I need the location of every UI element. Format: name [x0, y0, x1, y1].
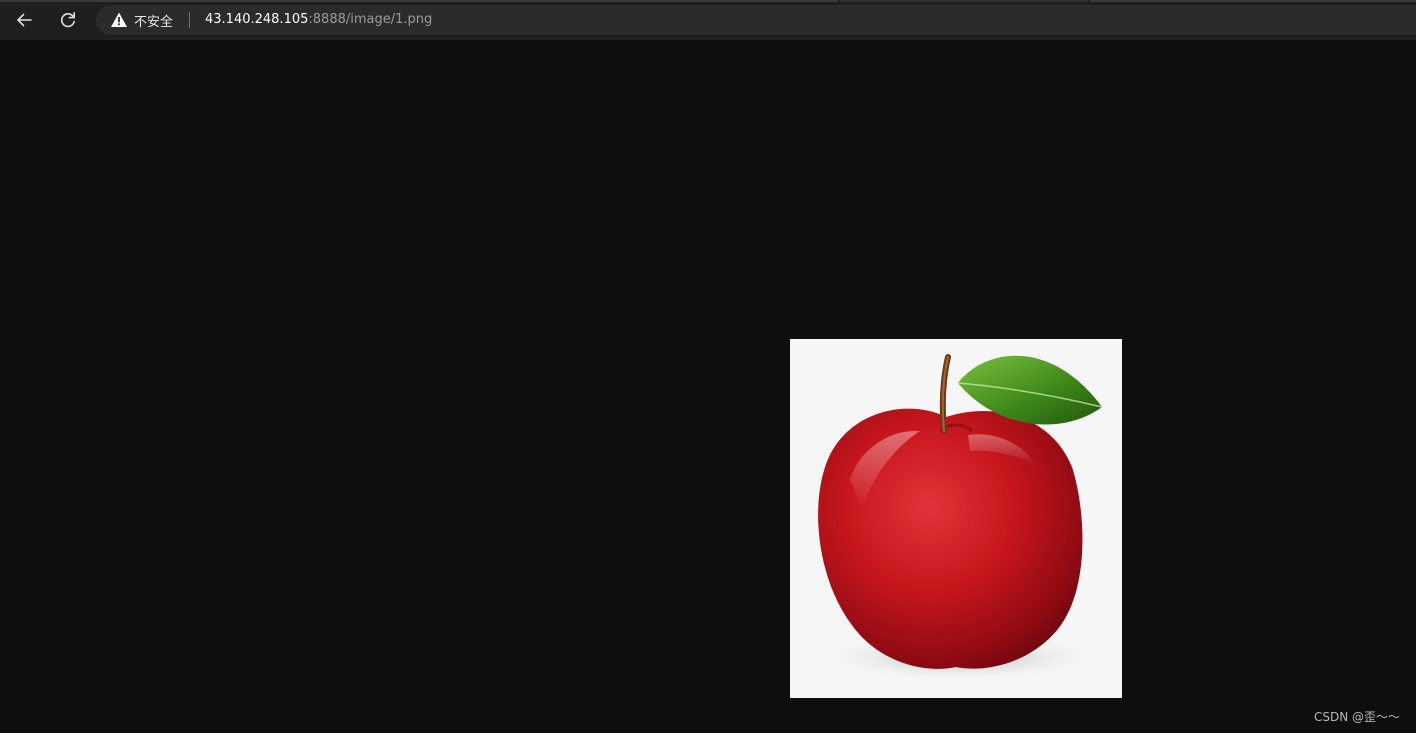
security-label: 不安全 [134, 14, 174, 30]
back-button[interactable] [10, 6, 38, 34]
watermark-text: CSDN @歪～～ [1313, 710, 1400, 724]
tab-strip-edge-right [1090, 0, 1416, 2]
browser-window: 不安全 43.140.248.105:8888/image/1.png CSDN… [0, 0, 1416, 733]
url-path: :8888/image/1.png [308, 12, 433, 27]
url-text[interactable]: 43.140.248.105:8888/image/1.png [205, 5, 432, 35]
browser-toolbar: 不安全 43.140.248.105:8888/image/1.png [0, 0, 1416, 40]
security-indicator-button[interactable]: 不安全 [110, 5, 173, 35]
warning-icon [111, 12, 127, 27]
address-bar[interactable]: 不安全 43.140.248.105:8888/image/1.png [96, 5, 1416, 35]
address-bar-divider [189, 12, 190, 28]
back-arrow-icon [17, 13, 32, 27]
reload-button[interactable] [54, 6, 82, 34]
reload-icon [60, 12, 75, 28]
apple-image [790, 339, 1122, 698]
displayed-image[interactable] [790, 339, 1122, 698]
tab-strip-edge [0, 0, 838, 2]
page-content: CSDN @歪～～ [0, 40, 1416, 733]
tab-strip-edge-middle [840, 0, 1088, 2]
url-host: 43.140.248.105 [205, 12, 309, 27]
